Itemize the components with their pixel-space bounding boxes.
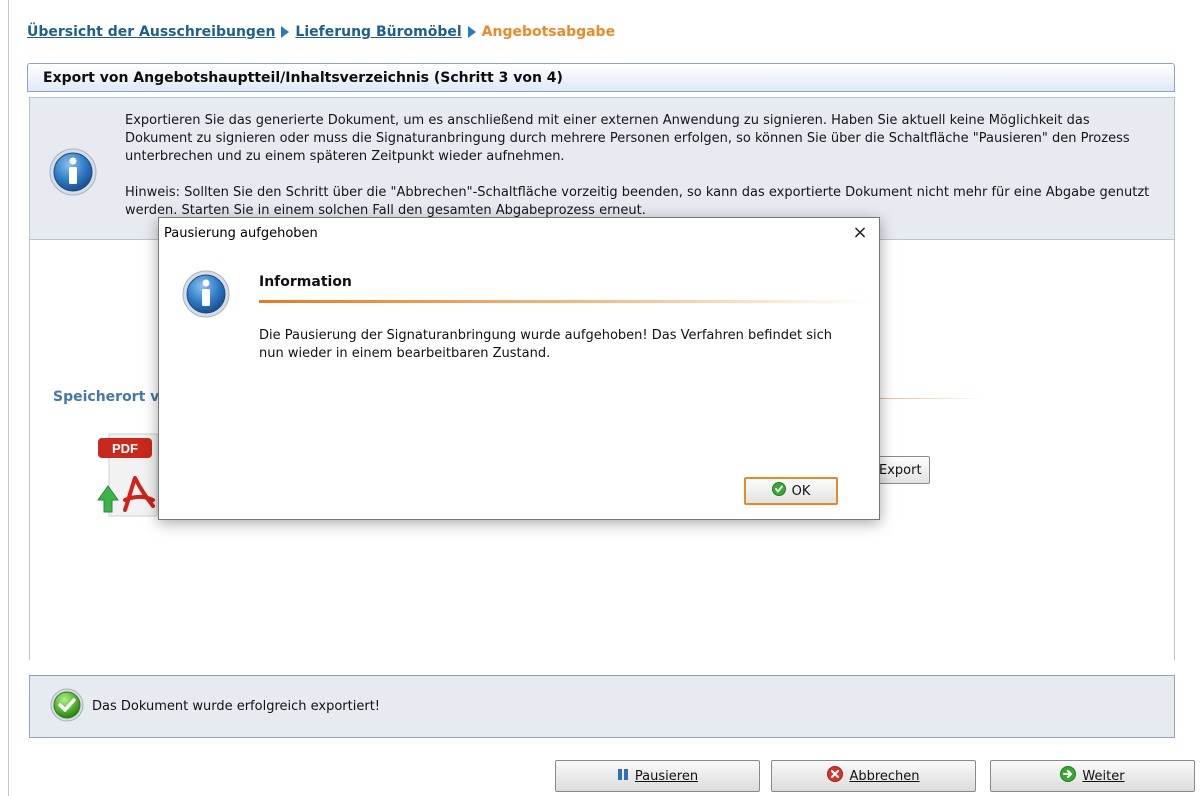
storage-location-label: Speicherort v bbox=[53, 389, 160, 405]
dialog-message-line: nun wieder in einem bearbeitbaren Zustan… bbox=[259, 346, 551, 361]
close-icon[interactable]: × bbox=[849, 222, 871, 244]
breadcrumb: Übersicht der Ausschreibungen Lieferung … bbox=[27, 22, 615, 42]
ok-button-label: OK bbox=[791, 483, 811, 499]
breadcrumb-link-overview[interactable]: Übersicht der Ausschreibungen bbox=[27, 24, 275, 40]
window-border bbox=[8, 0, 9, 796]
ok-button[interactable]: OK bbox=[744, 477, 838, 505]
next-button-label: Weiter bbox=[1082, 768, 1125, 784]
info-dialog: Pausierung aufgehoben × Information Die … bbox=[158, 217, 880, 520]
breadcrumb-current: Angebotsabgabe bbox=[481, 24, 616, 40]
pdf-badge-text: PDF bbox=[112, 441, 138, 456]
info-icon bbox=[181, 269, 231, 323]
cancel-icon bbox=[827, 766, 844, 786]
export-button[interactable]: Export bbox=[872, 456, 930, 484]
info-paragraph: Hinweis: Sollten Sie den Schritt über di… bbox=[125, 185, 1150, 218]
dialog-message: Die Pausierung der Signaturanbringung wu… bbox=[259, 327, 879, 363]
info-paragraph: Exportieren Sie das generierte Dokument,… bbox=[125, 113, 1130, 164]
breadcrumb-arrow-icon bbox=[281, 26, 290, 38]
cancel-button[interactable]: Abbrechen bbox=[771, 760, 976, 792]
status-bar: Das Dokument wurde erfolgreich exportier… bbox=[29, 675, 1175, 738]
dialog-title: Pausierung aufgehoben bbox=[164, 226, 318, 241]
pause-button-label: Pausieren bbox=[634, 768, 699, 784]
pause-button[interactable]: Pausieren bbox=[555, 760, 760, 792]
status-message: Das Dokument wurde erfolgreich exportier… bbox=[92, 699, 381, 714]
breadcrumb-arrow-icon bbox=[467, 26, 476, 38]
pdf-export-icon: PDF bbox=[95, 428, 159, 522]
check-circle-icon bbox=[771, 482, 786, 500]
pause-icon bbox=[617, 768, 629, 785]
dialog-divider bbox=[259, 300, 869, 303]
panel-title: Export von Angebotshauptteil/Inhaltsverz… bbox=[27, 63, 1175, 92]
next-arrow-icon bbox=[1060, 766, 1077, 786]
info-text: Exportieren Sie das generierte Dokument,… bbox=[125, 112, 1160, 220]
dialog-message-line: Die Pausierung der Signaturanbringung wu… bbox=[259, 328, 832, 343]
check-circle-icon bbox=[50, 688, 84, 726]
cancel-button-label: Abbrechen bbox=[849, 768, 920, 784]
dialog-heading: Information bbox=[259, 274, 352, 290]
next-button[interactable]: Weiter bbox=[990, 760, 1195, 792]
breadcrumb-link-tender[interactable]: Lieferung Büromöbel bbox=[295, 24, 461, 40]
